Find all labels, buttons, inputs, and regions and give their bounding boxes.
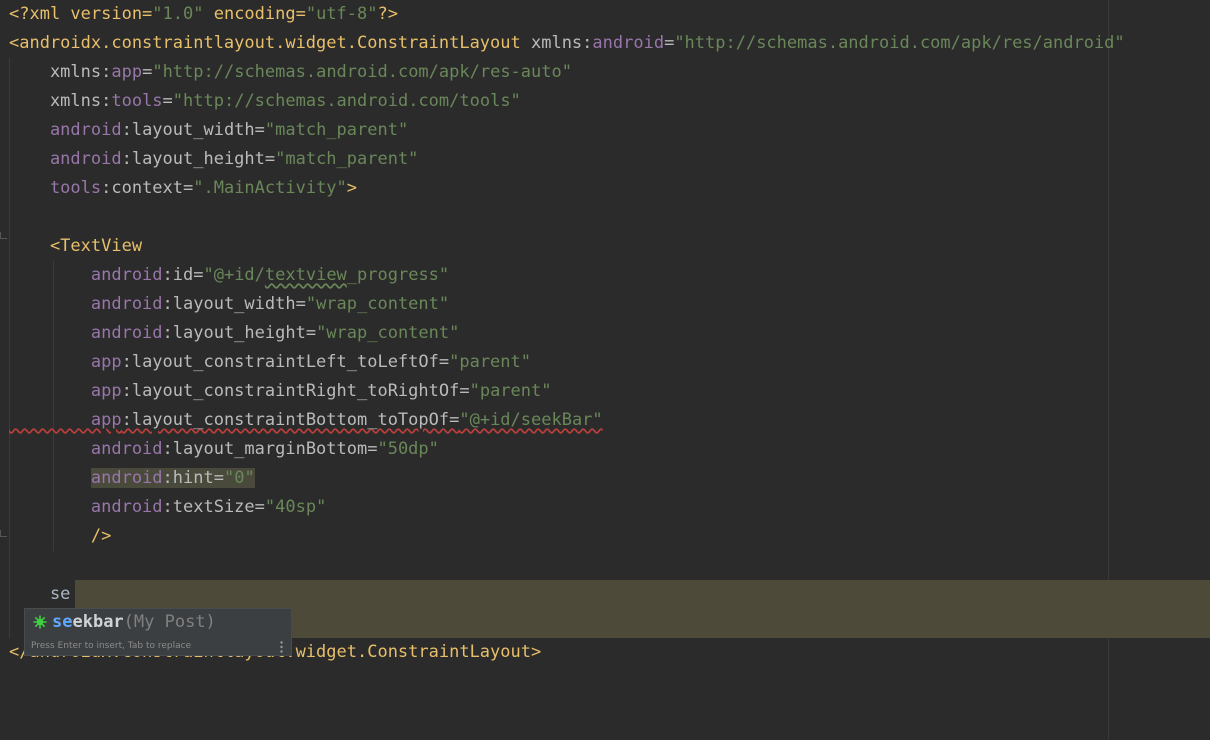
code-token: "match_parent"	[275, 149, 419, 169]
code-token: =	[664, 33, 675, 53]
code-line: xmlns:app="http://schemas.android.com/ap…	[9, 58, 572, 87]
code-token: ?>	[377, 4, 398, 24]
autocomplete-item-seekbar[interactable]: seekbar(My Post)	[25, 609, 291, 636]
code-line: android:layout_width="wrap_content"	[9, 290, 449, 319]
code-line: app:layout_constraintLeft_toLeftOf="pare…	[9, 348, 531, 377]
code-token: android	[9, 497, 163, 517]
code-line: android:layout_width="match_parent"	[9, 116, 408, 145]
code-token: :context=	[101, 178, 194, 198]
fold-marker	[0, 232, 7, 239]
code-token: :hint=	[162, 468, 224, 488]
code-token: "@+id/seekBar"	[459, 410, 603, 430]
code-token: se	[9, 584, 71, 604]
code-token: tools	[9, 178, 102, 198]
code-line: <?xml version="1.0" encoding="utf-8"?>	[9, 0, 398, 29]
code-token: >	[346, 178, 358, 198]
code-line: <TextView	[9, 232, 142, 261]
code-token: "0"	[223, 468, 255, 488]
code-token: :layout_height=	[121, 149, 276, 169]
code-token: textview	[264, 265, 347, 285]
code-token: app	[9, 410, 122, 430]
code-token: app	[111, 62, 143, 82]
code-line: android:layout_height="wrap_content"	[9, 319, 459, 348]
code-token: "http://schemas.android.com/apk/res-auto…	[152, 62, 572, 82]
code-token: app	[9, 352, 122, 372]
code-token: :layout_width=	[121, 120, 265, 140]
code-token: :layout_constraintLeft_toLeftOf=	[121, 352, 450, 372]
code-token: xmlns:	[9, 91, 112, 111]
code-line: android:id="@+id/textview_progress"	[9, 261, 449, 290]
code-token: "http://schemas.android.com/apk/res/andr…	[674, 33, 1125, 53]
code-token: encoding=	[203, 4, 306, 24]
code-token: "match_parent"	[264, 120, 409, 140]
code-line: xmlns:tools="http://schemas.android.com/…	[9, 87, 521, 116]
code-token: :layout_height=	[162, 323, 317, 343]
code-token: android	[592, 33, 665, 53]
code-token: "http://schemas.android.com/tools"	[172, 91, 521, 111]
code-token: android	[9, 323, 163, 343]
code-editor[interactable]: <?xml version="1.0" encoding="utf-8"?> <a…	[0, 0, 1210, 740]
code-token: tools	[111, 91, 163, 111]
code-line: />	[9, 522, 111, 551]
code-line: android:textSize="40sp"	[9, 493, 326, 522]
live-template-icon	[33, 615, 47, 629]
code-line: <androidx.constraintlayout.widget.Constr…	[9, 29, 1125, 58]
code-token: "utf-8"	[305, 4, 378, 24]
code-line: app:layout_constraintRight_toRightOf="pa…	[9, 377, 552, 406]
code-line: android:hint="0"	[9, 464, 255, 493]
code-token: "wrap_content"	[316, 323, 460, 343]
code-token: <?xml version=	[9, 4, 153, 24]
code-token: _progress"	[346, 265, 450, 285]
code-token: =	[142, 62, 153, 82]
code-token: :layout_constraintBottom_toTopOf=	[121, 410, 460, 430]
autocomplete-match-text: se	[52, 612, 73, 632]
code-token: <androidx.constraintlayout.widget.Constr…	[9, 33, 531, 53]
code-token: android	[9, 265, 163, 285]
code-token: :layout_marginBottom=	[162, 439, 378, 459]
code-token: android	[9, 149, 122, 169]
code-token: "parent"	[449, 352, 531, 372]
code-line: se	[9, 580, 70, 609]
code-line: android:layout_marginBottom="50dp"	[9, 435, 439, 464]
code-token: android	[9, 294, 163, 314]
code-token: :id=	[162, 265, 204, 285]
autocomplete-popup[interactable]: seekbar(My Post) Press Enter to insert, …	[24, 608, 292, 656]
autocomplete-rest-text: ekbar	[72, 612, 124, 632]
autocomplete-detail: (My Post)	[123, 612, 216, 632]
code-token: />	[9, 526, 112, 546]
code-line: tools:context=".MainActivity">	[9, 174, 357, 203]
code-token: ".MainActivity"	[193, 178, 347, 198]
code-token: app	[9, 381, 122, 401]
code-token: xmlns:	[530, 33, 593, 53]
code-line: android:layout_height="match_parent"	[9, 145, 418, 174]
code-token: "parent"	[469, 381, 552, 401]
fold-marker	[0, 530, 7, 537]
code-token: "@+id/	[203, 265, 265, 285]
code-token: "wrap_content"	[305, 294, 450, 314]
code-token: xmlns:	[9, 62, 112, 82]
code-token: :layout_width=	[162, 294, 306, 314]
code-token: android	[90, 468, 163, 488]
code-token: :textSize=	[162, 497, 265, 517]
code-token: =	[162, 91, 173, 111]
autocomplete-footer-hint: Press Enter to insert, Tab to replace	[31, 641, 192, 651]
code-token: :layout_constraintRight_toRightOf=	[121, 381, 470, 401]
code-line: app:layout_constraintBottom_toTopOf="@+i…	[9, 406, 603, 435]
code-token: "40sp"	[264, 497, 327, 517]
code-token: android	[9, 120, 122, 140]
code-token: "1.0"	[152, 4, 204, 24]
code-token: <TextView	[9, 236, 143, 256]
code-token: android	[9, 439, 163, 459]
code-token: "50dp"	[377, 439, 439, 459]
more-options-icon[interactable]	[280, 641, 283, 653]
